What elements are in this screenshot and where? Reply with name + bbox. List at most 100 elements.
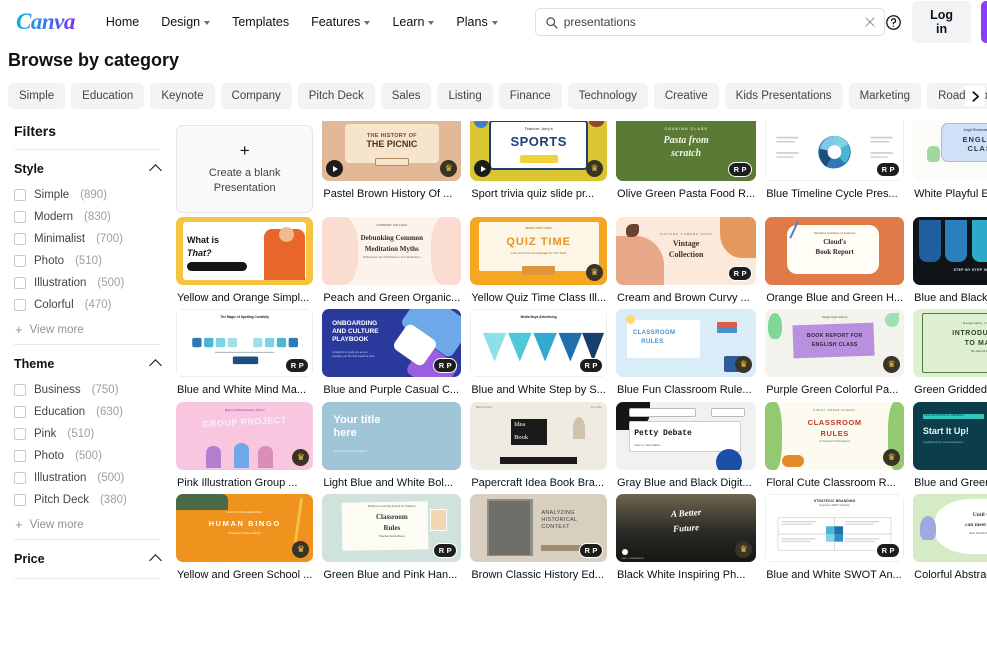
filter-option[interactable]: Modern(830) bbox=[14, 206, 160, 228]
filter-option[interactable]: Education(630) bbox=[14, 401, 160, 423]
create-blank-presentation-card[interactable]: + Create a blankPresentation bbox=[176, 121, 313, 213]
checkbox[interactable] bbox=[14, 299, 26, 311]
template-thumbnail[interactable]: Sunshine Academy of Learners Cloud's Boo… bbox=[765, 217, 904, 285]
template-card[interactable]: THE HISTORY OF THE PICNIC ♛ Pastel Brown… bbox=[322, 121, 461, 213]
template-thumbnail[interactable]: Your titlehere Add a subtitle descriptio… bbox=[322, 402, 461, 470]
template-thumbnail[interactable]: Petty Debate Team vs. Team Edition bbox=[616, 402, 756, 470]
template-thumbnail[interactable]: What is That? bbox=[176, 217, 313, 285]
filter-option[interactable]: Pink(510) bbox=[14, 423, 160, 445]
category-chip[interactable]: Listing bbox=[437, 83, 492, 109]
filter-group-header[interactable]: Price bbox=[14, 552, 160, 574]
template-card[interactable]: The Magic of Spotting Creativity R P Blu… bbox=[176, 309, 313, 397]
category-chip[interactable]: Marketing bbox=[849, 83, 922, 109]
filter-option[interactable]: Photo(510) bbox=[14, 250, 160, 272]
chevron-right-icon[interactable] bbox=[965, 86, 985, 106]
template-card[interactable]: Petty Debate Team vs. Team Edition Gray … bbox=[616, 402, 756, 490]
template-thumbnail[interactable]: Angel Elementary School ENGLISH CLASS ♛ bbox=[913, 121, 987, 181]
template-thumbnail[interactable]: IDEA Company June 2024 Idea Book bbox=[470, 402, 607, 470]
category-chip[interactable]: Technology bbox=[568, 83, 648, 109]
template-card[interactable]: Until we can meet again Best Friends For… bbox=[913, 494, 987, 582]
template-card[interactable]: Midwood Learning School for Children Cla… bbox=[322, 494, 461, 582]
template-card[interactable]: HARMONY COLLEGE Debunking Common Meditat… bbox=[322, 217, 461, 305]
template-card[interactable]: IDEA Company June 2024 Idea Book Papercr… bbox=[470, 402, 607, 490]
category-chip[interactable]: Keynote bbox=[150, 83, 214, 109]
template-thumbnail[interactable]: HARMONY COLLEGE Debunking Common Meditat… bbox=[322, 217, 461, 285]
template-card[interactable]: VINTAGE CAMERA SHOP Vintage Collection R… bbox=[616, 217, 756, 305]
checkbox[interactable] bbox=[14, 472, 26, 484]
template-thumbnail[interactable]: FINANCIAL PLANNING CYCLE bbox=[765, 121, 904, 181]
filter-option[interactable]: Photo(500) bbox=[14, 445, 160, 467]
nav-item-templates[interactable]: Templates bbox=[221, 9, 300, 35]
template-card[interactable]: Get Up To Know Each Other HUMAN BINGO Fi… bbox=[176, 494, 313, 582]
filter-option[interactable]: Minimalist(700) bbox=[14, 228, 160, 250]
category-chip[interactable]: Sales bbox=[381, 83, 432, 109]
template-thumbnail[interactable]: VINTAGE CAMERA SHOP Vintage Collection R… bbox=[616, 217, 756, 285]
template-thumbnail[interactable]: Geography | Grade 11 INTRODUCTION TO MAP… bbox=[913, 309, 987, 377]
template-thumbnail[interactable]: ONBOARDINGAND CULTUREPLAYBOOK A blueprin… bbox=[322, 309, 461, 377]
filter-option[interactable]: Illustration(500) bbox=[14, 467, 160, 489]
template-thumbnail[interactable]: ANALYZINGHISTORICALCONTEXT R P bbox=[470, 494, 607, 562]
checkbox[interactable] bbox=[14, 211, 26, 223]
login-button[interactable]: Log in bbox=[912, 1, 972, 43]
template-card[interactable]: Media Buys Advertising R P Blue and Whit… bbox=[470, 309, 607, 397]
template-thumbnail[interactable]: STRATEGIC BRANDING Employee SWOT Templat… bbox=[765, 494, 904, 562]
template-card[interactable]: CLASSROOM RULES ♛ Blue Fun Classroom Rul… bbox=[616, 309, 756, 397]
template-thumbnail[interactable]: THE HISTORY OF THE PICNIC ♛ bbox=[322, 121, 461, 181]
template-card[interactable]: Teacher Joey's SPORTS ♛ Sport trivia qui… bbox=[470, 121, 607, 213]
template-card[interactable]: ONBOARDINGAND CULTUREPLAYBOOK A blueprin… bbox=[322, 309, 461, 397]
template-card[interactable]: Geography | Grade 11 INTRODUCTION TO MAP… bbox=[913, 309, 987, 397]
filter-group-header[interactable]: Style bbox=[14, 162, 160, 184]
template-thumbnail[interactable]: Until we can meet again Best Friends For… bbox=[913, 494, 987, 562]
template-thumbnail[interactable]: READY. SET? QUIZ! QUIZ TIME Let's Put Yo… bbox=[470, 217, 607, 285]
checkbox[interactable] bbox=[14, 384, 26, 396]
filter-option[interactable]: Pitch Deck(380) bbox=[14, 489, 160, 511]
template-thumbnail[interactable]: CLASSROOM RULES ♛ bbox=[616, 309, 756, 377]
template-thumbnail[interactable]: A Better Future DATE · ORGANIZATION ♛ bbox=[616, 494, 756, 562]
canva-logo[interactable]: Canva bbox=[8, 9, 81, 35]
filter-option[interactable]: Simple(890) bbox=[14, 184, 160, 206]
nav-item-features[interactable]: Features bbox=[300, 9, 381, 35]
category-chip[interactable]: Kids Presentations bbox=[725, 83, 843, 109]
template-thumbnail[interactable]: Target High School BOOK REPORT FOR ENGLI… bbox=[765, 309, 904, 377]
view-more-button[interactable]: +View more bbox=[14, 511, 160, 535]
nav-item-plans[interactable]: Plans bbox=[445, 9, 508, 35]
template-thumbnail[interactable]: STEP BY STEP INFOGRAPHIC R P bbox=[913, 217, 987, 285]
template-card[interactable]: BLUE SOLUTIONS INC. PRESENTS Start It Up… bbox=[913, 402, 987, 490]
category-chip[interactable]: Company bbox=[221, 83, 292, 109]
nav-item-home[interactable]: Home bbox=[95, 9, 150, 35]
template-card[interactable]: Sunshine Academy of Learners Cloud's Boo… bbox=[765, 217, 904, 305]
search-input[interactable] bbox=[558, 15, 864, 29]
help-circle-icon[interactable] bbox=[885, 10, 902, 34]
template-card[interactable]: Mighty Child Elementary School GROUP PRO… bbox=[176, 402, 313, 490]
checkbox[interactable] bbox=[14, 233, 26, 245]
checkbox[interactable] bbox=[14, 189, 26, 201]
template-card[interactable]: READY. SET? QUIZ! QUIZ TIME Let's Put Yo… bbox=[470, 217, 607, 305]
filter-group-header[interactable]: Theme bbox=[14, 357, 160, 379]
template-card[interactable]: FINANCIAL PLANNING CYCLE bbox=[765, 121, 904, 213]
template-thumbnail[interactable]: Midwood Learning School for Children Cla… bbox=[322, 494, 461, 562]
search-bar[interactable] bbox=[535, 8, 885, 36]
checkbox[interactable] bbox=[14, 494, 26, 506]
template-card[interactable]: What is That? Yellow and Orange Simpl... bbox=[176, 217, 313, 305]
filter-option[interactable]: Illustration(500) bbox=[14, 272, 160, 294]
checkbox[interactable] bbox=[14, 428, 26, 440]
checkbox[interactable] bbox=[14, 450, 26, 462]
filter-option[interactable]: Business(750) bbox=[14, 379, 160, 401]
nav-item-design[interactable]: Design bbox=[150, 9, 221, 35]
checkbox[interactable] bbox=[14, 277, 26, 289]
category-chip[interactable]: Simple bbox=[8, 83, 65, 109]
view-more-button[interactable]: +View more bbox=[14, 316, 160, 340]
template-card[interactable]: Angel Elementary School ENGLISH CLASS ♛ … bbox=[913, 121, 987, 213]
category-chip[interactable]: Pitch Deck bbox=[298, 83, 375, 109]
template-card[interactable]: FINLEY GREEN SCHOOL CLASSROOM RULES by T… bbox=[765, 402, 904, 490]
template-thumbnail[interactable]: Media Buys Advertising R P bbox=[470, 309, 607, 377]
filter-option[interactable]: Colorful(470) bbox=[14, 294, 160, 316]
template-thumbnail[interactable]: FINLEY GREEN SCHOOL CLASSROOM RULES by T… bbox=[765, 402, 904, 470]
template-thumbnail[interactable]: BLUE SOLUTIONS INC. PRESENTS Start It Up… bbox=[913, 402, 987, 470]
template-card[interactable]: Target High School BOOK REPORT FOR ENGLI… bbox=[765, 309, 904, 397]
template-card[interactable]: A Better Future DATE · ORGANIZATION ♛ Bl… bbox=[616, 494, 756, 582]
template-card[interactable]: ANALYZINGHISTORICALCONTEXT R P Brown Cla… bbox=[470, 494, 607, 582]
category-chip[interactable]: Finance bbox=[499, 83, 562, 109]
signup-button[interactable]: Sign up bbox=[981, 1, 987, 43]
category-chip[interactable]: Creative bbox=[654, 83, 719, 109]
